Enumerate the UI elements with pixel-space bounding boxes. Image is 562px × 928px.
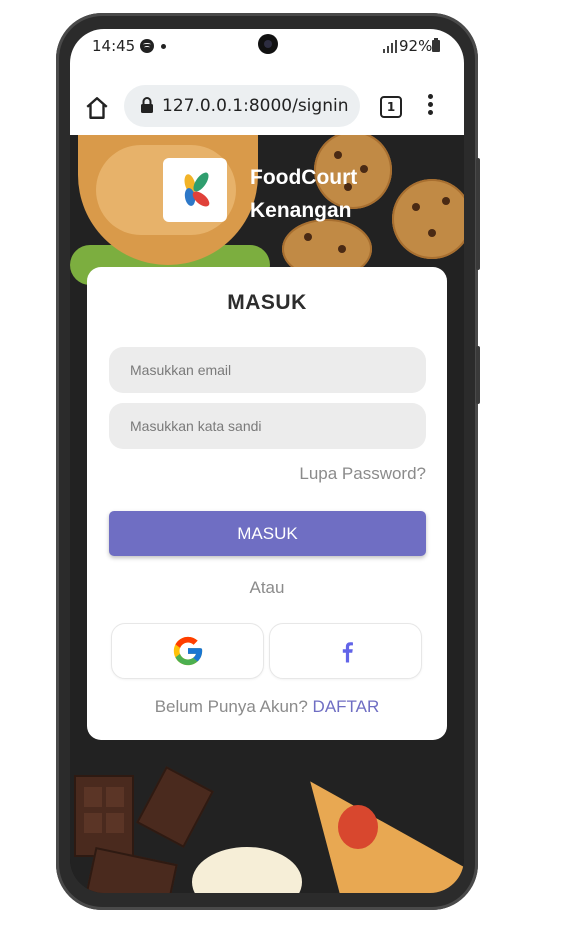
login-card: MASUK Lupa Password? MASUK Atau xyxy=(87,267,447,740)
register-row: Belum Punya Akun? DAFTAR xyxy=(87,697,447,717)
page-title: MASUK xyxy=(227,291,307,314)
home-icon[interactable] xyxy=(84,95,110,121)
register-prompt: Belum Punya Akun? xyxy=(154,697,308,716)
signin-page: FoodCourt Kenangan MASUK Lupa Password? … xyxy=(70,135,464,893)
spotify-icon xyxy=(140,39,154,53)
password-field[interactable] xyxy=(109,403,426,449)
brand-name-line1: FoodCourt xyxy=(250,166,358,189)
signal-icon xyxy=(383,39,399,53)
register-link[interactable]: DAFTAR xyxy=(313,697,380,716)
brand-name: FoodCourt Kenangan xyxy=(250,161,420,227)
notification-dot-icon xyxy=(161,44,166,49)
battery-icon xyxy=(432,38,440,52)
google-login-button[interactable] xyxy=(111,623,264,679)
email-field[interactable] xyxy=(109,347,426,393)
more-menu-icon[interactable] xyxy=(428,94,434,118)
status-bar: 14:45 92% xyxy=(70,29,464,63)
status-time: 14:45 xyxy=(92,37,136,55)
foodcourt-logo-icon xyxy=(184,172,210,207)
address-bar[interactable]: 127.0.0.1:8000/signin xyxy=(124,85,360,127)
phone-screen: 14:45 92% 127.0.0.1:8000/signin 1 FoodCo… xyxy=(70,29,464,893)
phone-frame: 14:45 92% 127.0.0.1:8000/signin 1 FoodCo… xyxy=(56,13,480,910)
url-text: 127.0.0.1:8000/signin xyxy=(162,96,349,116)
facebook-login-button[interactable] xyxy=(269,623,422,679)
or-divider-text: Atau xyxy=(249,578,285,597)
battery-percent: 92% xyxy=(399,37,433,55)
tab-switcher-button[interactable]: 1 xyxy=(380,96,402,118)
facebook-icon xyxy=(342,642,353,663)
signin-button[interactable]: MASUK xyxy=(109,511,426,556)
brand-logo xyxy=(163,158,227,222)
lock-icon xyxy=(141,97,153,113)
volume-button xyxy=(476,158,480,270)
front-camera xyxy=(258,34,278,54)
power-button xyxy=(476,346,480,404)
google-icon xyxy=(173,636,203,666)
brand-name-line2: Kenangan xyxy=(250,199,352,222)
browser-toolbar: 127.0.0.1:8000/signin 1 xyxy=(70,63,464,135)
forgot-password-link[interactable]: Lupa Password? xyxy=(299,464,426,484)
